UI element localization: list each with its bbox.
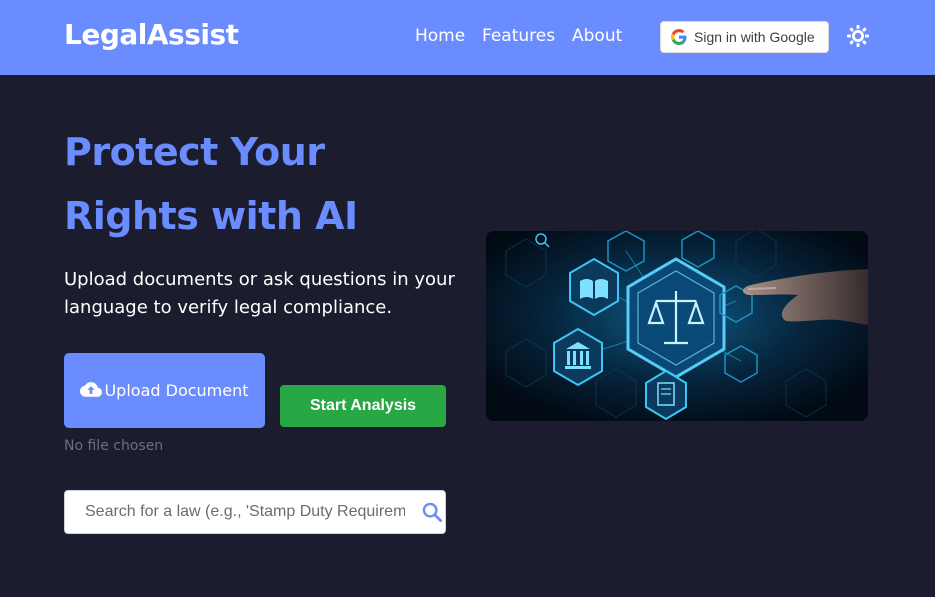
navbar: LegalAssist Home Features About Sign in … (0, 0, 935, 75)
hero-subtitle: Upload documents or ask questions in you… (64, 269, 455, 318)
start-analysis-button[interactable]: Start Analysis (280, 385, 446, 427)
upload-document-label: Upload Document (104, 380, 249, 400)
google-signin-button[interactable]: Sign in with Google (660, 21, 829, 53)
nav-link-home[interactable]: Home (415, 26, 465, 46)
cloud-upload-icon (80, 381, 103, 397)
nav-link-features[interactable]: Features (482, 26, 555, 46)
nav-link-about[interactable]: About (572, 26, 622, 46)
sun-icon[interactable] (846, 24, 870, 48)
search-box (64, 490, 446, 534)
google-signin-label: Sign in with Google (694, 29, 815, 45)
brand-logo[interactable]: LegalAssist (64, 18, 239, 51)
ai-legal-illustration (486, 231, 868, 421)
hero-title: Protect Your Rights with AI (64, 120, 464, 248)
hero-title-line1: Protect Your (64, 130, 325, 174)
hero-title-line2: Rights with AI (64, 194, 358, 238)
search-input[interactable] (65, 491, 405, 533)
google-icon (671, 29, 687, 45)
upload-document-button[interactable]: Upload Document (64, 353, 265, 428)
file-status-text: No file chosen (64, 438, 164, 454)
search-icon[interactable] (421, 501, 443, 523)
legal-tech-graphic (486, 231, 868, 421)
